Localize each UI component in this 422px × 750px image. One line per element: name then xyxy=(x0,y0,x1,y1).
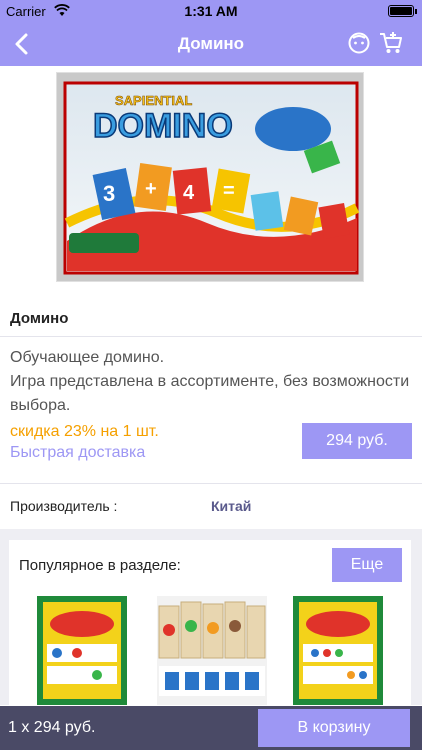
popular-card: Популярное в разделе: Еще xyxy=(9,540,411,705)
svg-text:+: + xyxy=(145,178,157,200)
face-icon[interactable] xyxy=(348,32,370,54)
manufacturer-value: Китай xyxy=(211,498,252,514)
popular-title: Популярное в разделе: xyxy=(19,557,181,574)
price-button[interactable]: 294 руб. xyxy=(302,423,412,459)
status-bar: Carrier 1:31 AM xyxy=(0,0,422,22)
svg-text:DOMINO: DOMINO xyxy=(93,107,233,145)
svg-text:=: = xyxy=(223,180,235,202)
bottom-bar: 1 x 294 руб. В корзину xyxy=(0,706,422,750)
product-description: Обучающее домино. Игра представлена в ас… xyxy=(10,349,410,414)
manufacturer-label: Производитель : xyxy=(10,498,118,514)
discount-label: скидка 23% на 1 шт. xyxy=(10,423,159,440)
svg-text:SAPIENTIAL: SAPIENTIAL xyxy=(115,93,192,108)
delivery-label: Быстрая доставка xyxy=(10,444,146,461)
popular-item-image[interactable] xyxy=(157,596,267,705)
cart-summary: 1 x 294 руб. xyxy=(8,719,96,736)
divider xyxy=(0,336,422,337)
popular-item-image[interactable] xyxy=(293,596,383,705)
popular-item-image[interactable] xyxy=(37,596,127,705)
cart-plus-icon[interactable] xyxy=(378,30,404,56)
product-image[interactable]: SAPIENTIAL DOMINO 3 + 4 = xyxy=(56,72,364,282)
battery-icon xyxy=(388,5,414,17)
product-name: Домино xyxy=(10,310,69,327)
more-button[interactable]: Еще xyxy=(332,548,402,582)
navigation-bar: Домино xyxy=(0,22,422,66)
divider xyxy=(0,483,422,484)
clock: 1:31 AM xyxy=(184,3,238,19)
add-to-cart-button[interactable]: В корзину xyxy=(258,709,410,747)
svg-text:3: 3 xyxy=(103,181,115,206)
svg-text:4: 4 xyxy=(183,182,195,204)
popular-section: Популярное в разделе: Еще xyxy=(0,529,422,705)
